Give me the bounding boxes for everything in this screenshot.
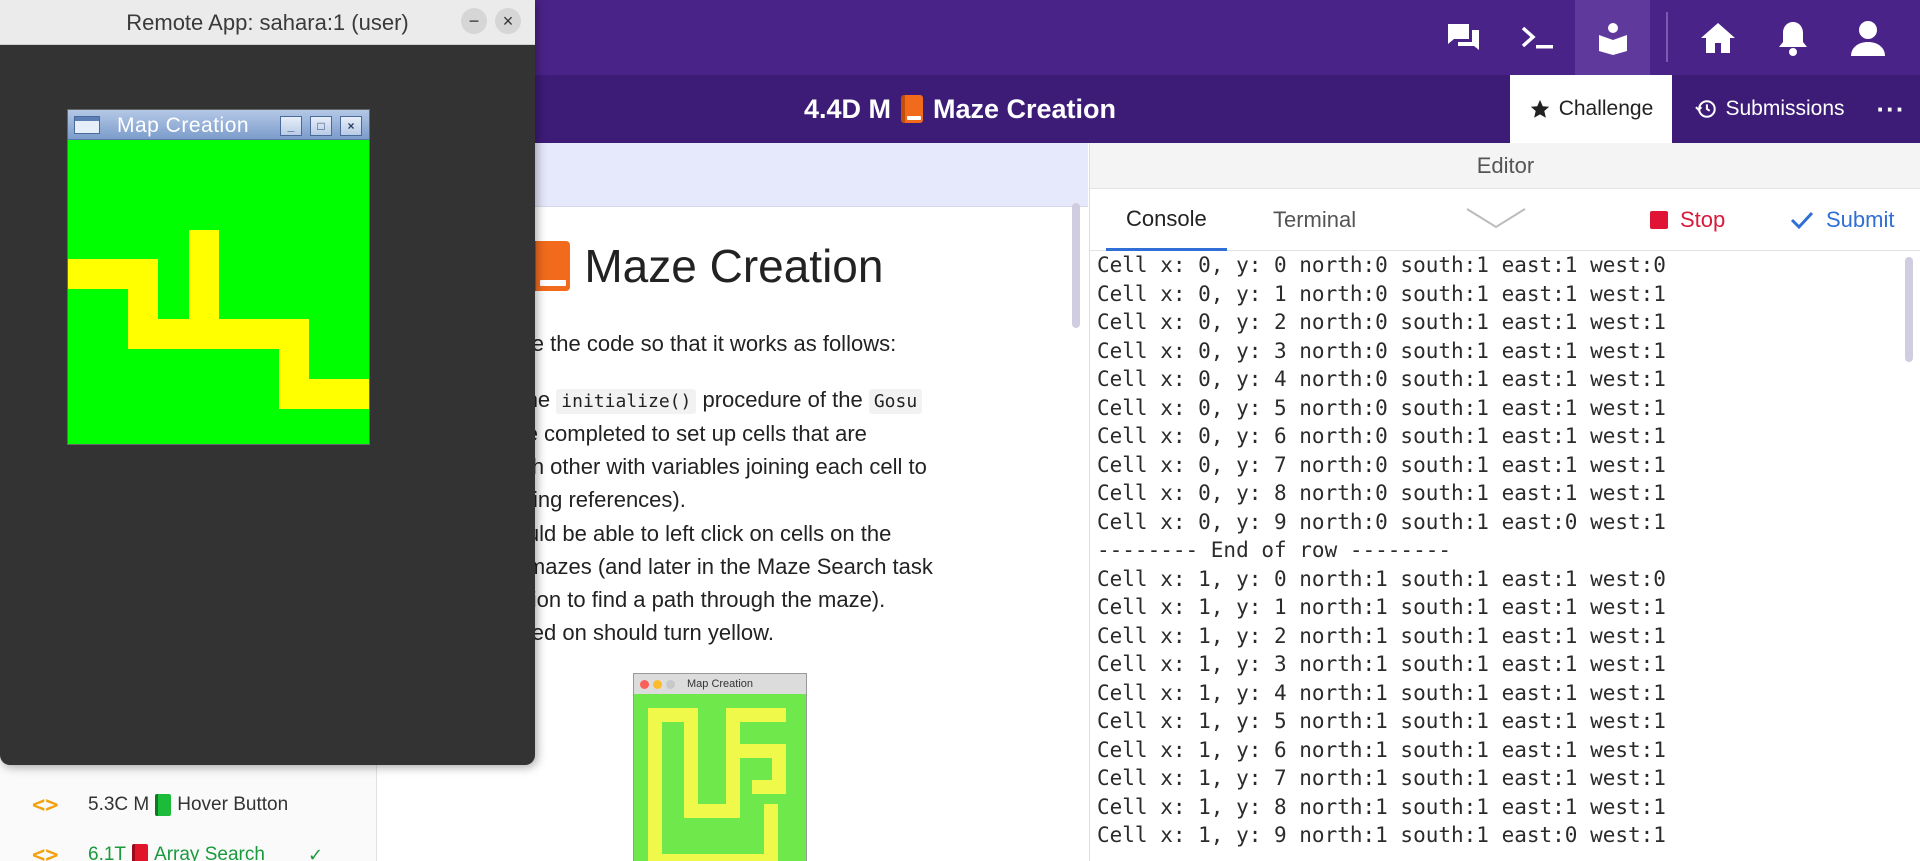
book-reader-icon[interactable] (1575, 0, 1650, 75)
sidebar-item-label: 5.3C M Hover Button (88, 794, 289, 816)
sidebar-item-array-search[interactable]: <> 6.1T Array Search ✓ (0, 835, 377, 861)
console-line: Cell x: 1, y: 1 north:1 south:1 east:1 w… (1097, 595, 1666, 619)
tab-submissions-label: Submissions (1725, 97, 1845, 120)
minimize-button[interactable]: _ (280, 116, 302, 136)
header-divider (1666, 12, 1668, 62)
mini-window-title: Map Creation (687, 678, 754, 690)
tab-challenge[interactable]: Challenge (1510, 75, 1672, 143)
check-icon (1790, 211, 1814, 230)
code-snippet: Gosu (868, 389, 923, 414)
book-icon (132, 844, 149, 861)
console-line: Cell x: 0, y: 3 north:0 south:1 east:1 w… (1097, 338, 1666, 363)
code-snippet: initialize() (556, 389, 697, 414)
remote-app-window: Remote App: sahara:1 (user) − × Map Crea… (0, 0, 535, 765)
minimize-button[interactable]: − (461, 8, 487, 34)
remote-app-titlebar[interactable]: Remote App: sahara:1 (user) − × (0, 0, 535, 45)
tab-terminal[interactable]: Terminal (1253, 189, 1376, 251)
bell-icon[interactable] (1755, 0, 1830, 75)
close-button[interactable]: × (340, 116, 362, 136)
tab-challenge-label: Challenge (1558, 97, 1654, 120)
description-text: mplete the code so that it works as foll… (478, 331, 897, 356)
console-line: Cell x: 0, y: 6 north:0 south:1 east:1 w… (1097, 424, 1666, 448)
window-icon (74, 116, 100, 134)
console-line: Cell x: 1, y: 7 north:1 south:1 east:1 w… (1097, 766, 1666, 790)
console-output[interactable]: Cell x: 0, y: 0 north:0 south:1 east:1 w… (1090, 251, 1920, 861)
page-title: 4.4D M Maze Creation (720, 75, 1200, 143)
sidebar-item-label: 6.1T Array Search (88, 844, 265, 861)
example-maze-image (634, 694, 806, 861)
maximize-button[interactable]: □ (310, 116, 332, 136)
console-line: Cell x: 1, y: 5 north:1 south:1 east:1 w… (1097, 709, 1666, 733)
description-text: eate mazes (and later in the Maze Search… (478, 554, 933, 579)
sidebar-item-hover-button[interactable]: <> 5.3C M Hover Button (0, 785, 377, 825)
map-window-title: Map Creation (117, 114, 250, 137)
maze-cell[interactable] (189, 230, 219, 320)
terminal-icon[interactable] (1500, 0, 1575, 75)
maze-cell[interactable] (279, 379, 369, 409)
console-line: Cell x: 1, y: 6 north:1 south:1 east:1 w… (1097, 737, 1666, 762)
editor-title: Editor (1090, 143, 1920, 189)
example-screenshot: Map Creation (633, 673, 807, 861)
console-line: Cell x: 0, y: 1 north:0 south:1 east:1 w… (1097, 281, 1666, 306)
star-icon (1530, 99, 1549, 118)
remote-app-title: Remote App: sahara:1 (user) (126, 10, 409, 35)
description-text: r should be able to left click on cells … (478, 521, 892, 546)
task-name: Maze Creation (932, 93, 1117, 124)
book-icon (155, 794, 172, 816)
console-line: Cell x: 0, y: 0 north:0 south:1 east:1 w… (1097, 253, 1666, 277)
scrollbar[interactable] (1072, 203, 1080, 328)
book-icon (530, 241, 571, 291)
history-icon (1695, 100, 1717, 118)
description-text: uld be completed to set up cells that ar… (478, 421, 867, 446)
chat-icon[interactable] (1425, 0, 1500, 75)
tab-submissions[interactable]: Submissions (1680, 75, 1860, 143)
description-heading: M Maze Creation (478, 239, 883, 293)
console-line: Cell x: 1, y: 3 north:1 south:1 east:1 w… (1097, 652, 1666, 676)
description-text: o each other with variables joining each… (478, 454, 927, 479)
console-line: Cell x: 0, y: 4 north:0 south:1 east:1 w… (1097, 367, 1666, 391)
console-line: Cell x: 0, y: 8 north:0 south:1 east:1 w… (1097, 481, 1666, 505)
console-line: Cell x: 0, y: 2 north:0 south:1 east:1 w… (1097, 310, 1666, 334)
tab-console[interactable]: Console (1106, 189, 1227, 251)
user-icon[interactable] (1830, 0, 1905, 75)
scrollbar[interactable] (1905, 257, 1913, 362)
description-text: e in the initialize() procedure of the G… (478, 387, 923, 414)
check-icon: ✓ (308, 844, 324, 861)
console-line: Cell x: 0, y: 9 north:0 south:1 east:0 w… (1097, 509, 1666, 534)
code-icon: <> (32, 842, 59, 861)
map-window-titlebar[interactable]: Map Creation _ □ × (68, 110, 369, 140)
map-creation-window: Map Creation _ □ × (67, 109, 370, 445)
chevron-down-icon[interactable] (1465, 205, 1527, 231)
more-options-button[interactable]: ··· (1862, 75, 1920, 143)
stop-icon (1650, 211, 1668, 229)
editor-panel: Editor Console Terminal Stop Submit Cell… (1089, 143, 1920, 861)
code-icon: <> (32, 792, 59, 818)
console-line: Cell x: 1, y: 9 north:1 south:1 east:0 w… (1097, 823, 1666, 847)
home-icon[interactable] (1680, 0, 1755, 75)
task-code: 4.4D M (803, 93, 891, 124)
submit-button[interactable]: Submit (1790, 189, 1894, 251)
close-button[interactable]: × (495, 8, 521, 34)
editor-tabbar: Console Terminal Stop Submit (1090, 189, 1920, 251)
book-icon (900, 95, 923, 123)
console-line: Cell x: 0, y: 5 north:0 south:1 east:1 w… (1097, 395, 1666, 420)
console-line: Cell x: 1, y: 4 north:1 south:1 east:1 w… (1097, 680, 1666, 705)
maze-grid[interactable] (68, 140, 369, 444)
mini-window-titlebar: Map Creation (634, 674, 806, 694)
console-line: Cell x: 0, y: 7 north:0 south:1 east:1 w… (1097, 452, 1666, 477)
stop-button[interactable]: Stop (1650, 189, 1725, 251)
console-line: -------- End of row -------- (1097, 538, 1452, 562)
console-line: Cell x: 1, y: 8 north:1 south:1 east:1 w… (1097, 794, 1666, 819)
console-line: Cell x: 1, y: 0 north:1 south:1 east:1 w… (1097, 566, 1666, 591)
console-line: Cell x: 1, y: 2 north:1 south:1 east:1 w… (1097, 623, 1666, 648)
description-text: ecursion to find a path through the maze… (478, 587, 886, 612)
